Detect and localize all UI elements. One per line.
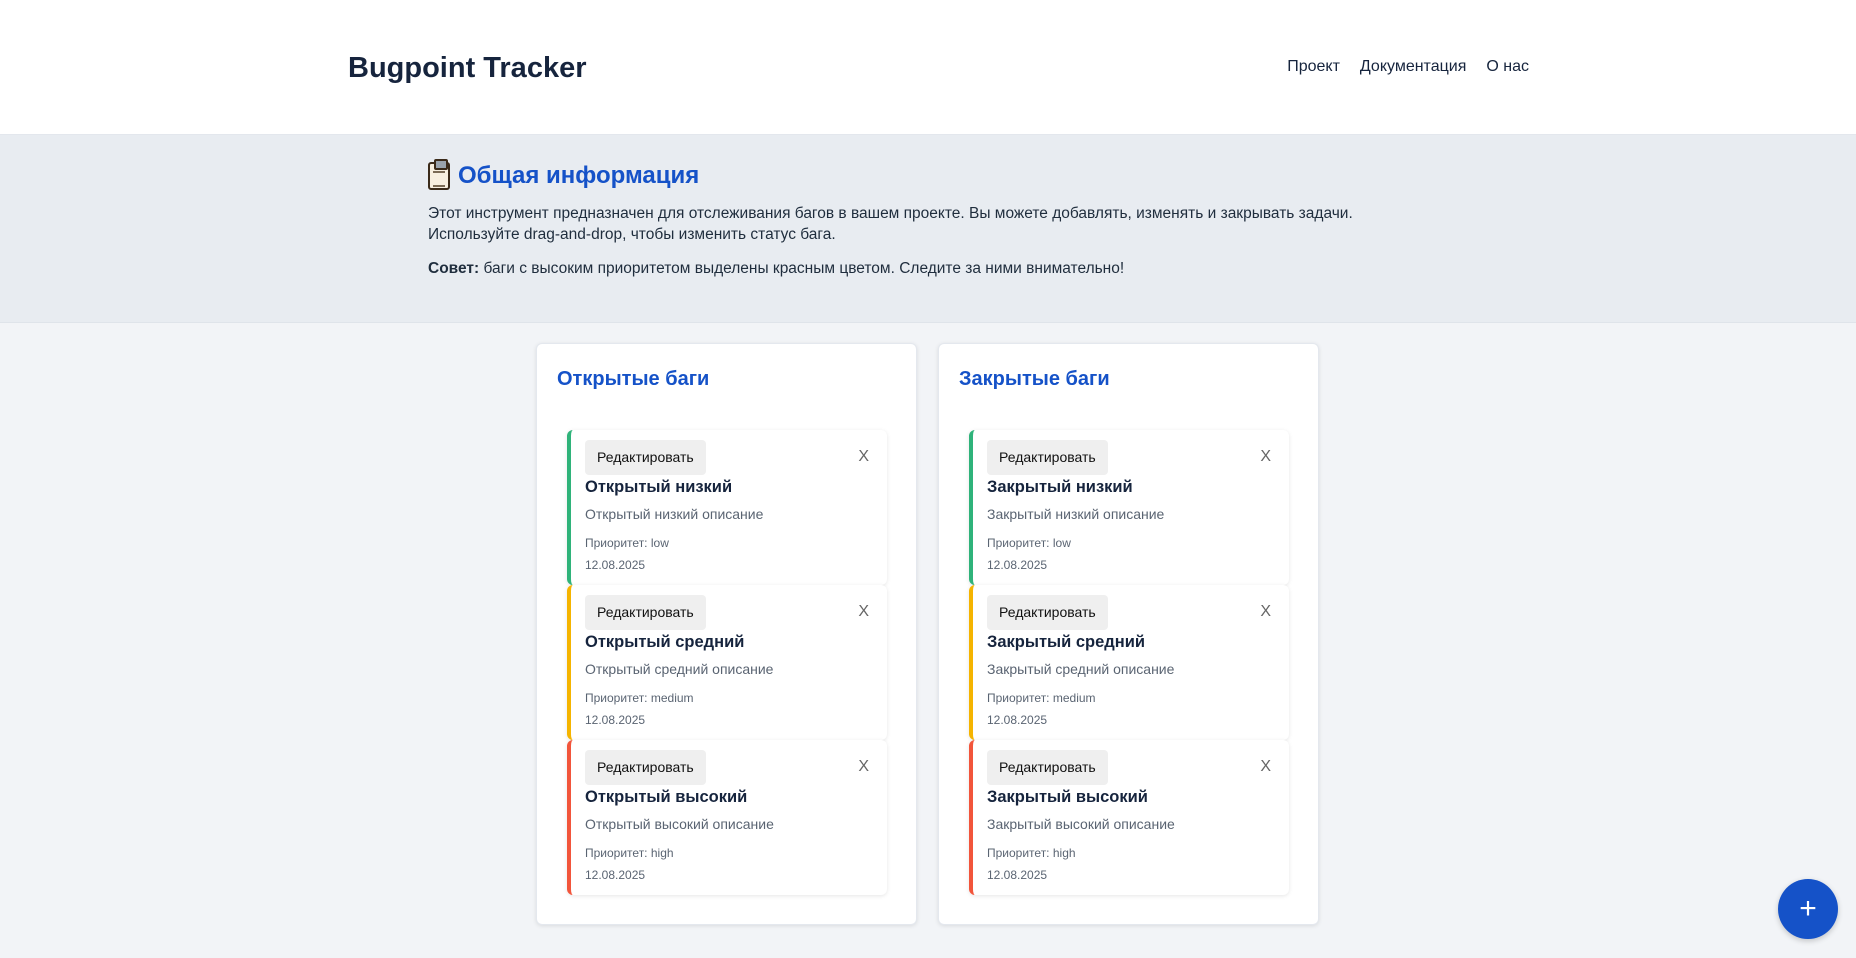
bug-card[interactable]: Редактировать X Открытый высокий Открыты… bbox=[567, 740, 887, 895]
bug-priority: Приоритет: medium bbox=[585, 691, 694, 705]
main-nav: Проект Документация О нас bbox=[1287, 58, 1529, 76]
tip-label: Совет: bbox=[428, 260, 480, 277]
close-icon[interactable]: X bbox=[1260, 758, 1271, 776]
close-icon[interactable]: X bbox=[858, 448, 869, 466]
bug-title: Открытый низкий bbox=[585, 478, 733, 496]
bug-title: Закрытый средний bbox=[987, 633, 1145, 651]
bug-date: 12.08.2025 bbox=[585, 558, 646, 572]
bug-priority: Приоритет: medium bbox=[987, 691, 1096, 705]
bug-date: 12.08.2025 bbox=[987, 868, 1048, 882]
info-title-text: Общая информация bbox=[458, 162, 700, 189]
close-icon[interactable]: X bbox=[858, 758, 869, 776]
bug-title: Закрытый высокий bbox=[987, 788, 1148, 806]
board: Открытые баги Редактировать X Открытый н… bbox=[536, 343, 1319, 925]
header: Bugpoint Tracker Проект Документация О н… bbox=[0, 0, 1856, 135]
bug-priority: Приоритет: low bbox=[585, 536, 669, 550]
nav-item-project[interactable]: Проект bbox=[1287, 58, 1340, 76]
bug-date: 12.08.2025 bbox=[987, 558, 1048, 572]
edit-button[interactable]: Редактировать bbox=[987, 750, 1108, 785]
bug-date: 12.08.2025 bbox=[987, 713, 1048, 727]
nav-item-about[interactable]: О нас bbox=[1486, 58, 1529, 76]
edit-button[interactable]: Редактировать bbox=[987, 440, 1108, 475]
column-title: Открытые баги bbox=[557, 368, 710, 390]
bug-card[interactable]: Редактировать X Открытый средний Открыты… bbox=[567, 585, 887, 740]
edit-button[interactable]: Редактировать bbox=[585, 595, 706, 630]
bug-priority: Приоритет: low bbox=[987, 536, 1071, 550]
bug-description: Закрытый высокий описание bbox=[987, 816, 1175, 832]
close-icon[interactable]: X bbox=[858, 603, 869, 621]
bug-card[interactable]: Редактировать X Открытый низкий Открытый… bbox=[567, 430, 887, 585]
close-icon[interactable]: X bbox=[1260, 603, 1271, 621]
bug-priority: Приоритет: high bbox=[987, 846, 1076, 860]
column-open-bugs[interactable]: Открытые баги Редактировать X Открытый н… bbox=[536, 343, 917, 925]
bug-date: 12.08.2025 bbox=[585, 713, 646, 727]
bug-title: Открытый средний bbox=[585, 633, 745, 651]
tip-text: баги с высоким приоритетом выделены крас… bbox=[479, 260, 1125, 277]
bug-date: 12.08.2025 bbox=[585, 868, 646, 882]
bug-card[interactable]: Редактировать X Закрытый средний Закрыты… bbox=[969, 585, 1289, 740]
bug-description: Закрытый средний описание bbox=[987, 661, 1175, 677]
info-text-line1: Этот инструмент предназначен для отслежи… bbox=[428, 205, 1353, 222]
edit-button[interactable]: Редактировать bbox=[987, 595, 1108, 630]
clipboard-icon bbox=[428, 159, 450, 190]
nav-item-docs[interactable]: Документация bbox=[1360, 58, 1466, 76]
app-logo[interactable]: Bugpoint Tracker bbox=[348, 52, 587, 85]
close-icon[interactable]: X bbox=[1260, 448, 1271, 466]
info-description: Этот инструмент предназначен для отслежи… bbox=[428, 203, 1428, 245]
bug-description: Закрытый низкий описание bbox=[987, 506, 1165, 522]
column-closed-bugs[interactable]: Закрытые баги Редактировать X Закрытый н… bbox=[938, 343, 1319, 925]
edit-button[interactable]: Редактировать bbox=[585, 750, 706, 785]
info-section: Общая информация Этот инструмент предназ… bbox=[0, 135, 1856, 323]
bug-description: Открытый средний описание bbox=[585, 661, 774, 677]
column-title: Закрытые баги bbox=[959, 368, 1110, 390]
bug-description: Открытый высокий описание bbox=[585, 816, 774, 832]
bug-description: Открытый низкий описание bbox=[585, 506, 764, 522]
info-tip: Совет: баги с высоким приоритетом выделе… bbox=[428, 260, 1428, 278]
edit-button[interactable]: Редактировать bbox=[585, 440, 706, 475]
bug-priority: Приоритет: high bbox=[585, 846, 674, 860]
bug-card[interactable]: Редактировать X Закрытый высокий Закрыты… bbox=[969, 740, 1289, 895]
info-title: Общая информация bbox=[428, 159, 1428, 193]
bug-card[interactable]: Редактировать X Закрытый низкий Закрытый… bbox=[969, 430, 1289, 585]
info-text-line2: Используйте drag-and-drop, чтобы изменит… bbox=[428, 226, 836, 243]
bug-title: Открытый высокий bbox=[585, 788, 748, 806]
add-bug-button[interactable]: + bbox=[1778, 879, 1838, 939]
bug-title: Закрытый низкий bbox=[987, 478, 1133, 496]
